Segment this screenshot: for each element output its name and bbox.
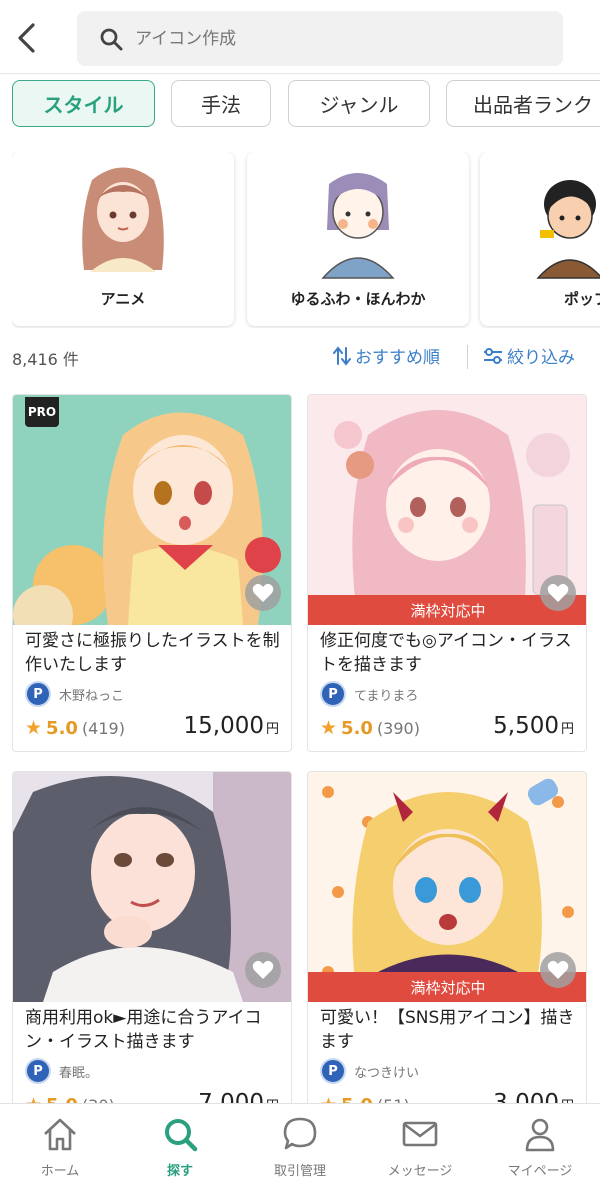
nav-label: メッセージ (387, 1164, 453, 1179)
product-card[interactable]: 商用利用ok►用途に合うアイコン・イラスト描きます P 春眠。 ★ 5.0 (3… (12, 771, 292, 1131)
favorite-button[interactable] (245, 575, 281, 611)
filter-button[interactable]: 絞り込み (483, 343, 575, 368)
seller: P なつきけい (320, 1058, 419, 1084)
result-count: 8,416 件 (12, 350, 79, 369)
product-title: 商用利用ok►用途に合うアイコン・イラスト描きます (25, 1008, 262, 1052)
price-unit: 円 (560, 722, 574, 737)
nav-mypage[interactable]: マイページ (480, 1104, 600, 1203)
sliders-icon (484, 347, 502, 364)
nav-messages[interactable]: メッセージ (360, 1104, 480, 1203)
chevron-left-icon (18, 23, 35, 53)
sort-arrows-icon (333, 345, 351, 366)
pro-badge: PRO (25, 397, 59, 427)
chat-bubble-icon (283, 1117, 317, 1150)
search-icon (165, 1119, 198, 1152)
anime-girl-illustration (82, 167, 164, 272)
p-rank-badge-icon: P (25, 681, 51, 707)
divider (467, 345, 468, 369)
style-card-label: ポップ (564, 290, 600, 308)
rating: ★ 5.0 (419) (25, 717, 125, 739)
product-card[interactable]: 満枠対応中 修正何度でも◎アイコン・イラストを描きます P てまりまろ ★ 5.… (307, 394, 587, 752)
review-count: (419) (81, 718, 125, 738)
chip-style[interactable]: スタイル (12, 80, 155, 127)
p-rank-badge-icon: P (320, 1058, 346, 1084)
rating-score: 5.0 (46, 717, 78, 739)
style-carousel: アニメ ゆるふわ・ほんわか ポップ (12, 152, 600, 328)
top-bar (0, 0, 600, 74)
price-unit: 円 (265, 722, 279, 737)
envelope-icon (402, 1121, 438, 1147)
star-icon: ★ (320, 717, 338, 739)
p-rank-badge-icon: P (25, 1058, 51, 1084)
sort-button[interactable]: おすすめ順 (333, 343, 440, 368)
chip-seller-rank[interactable]: 出品者ランク (446, 80, 600, 127)
rating-score: 5.0 (341, 717, 373, 739)
chip-technique[interactable]: 手法 (171, 80, 271, 127)
product-card[interactable]: PRO 可愛さに極振りしたイラストを制作いたします P 木野ねっこ ★ 5.0 … (12, 394, 292, 752)
search-input[interactable] (135, 23, 535, 55)
sort-label: おすすめ順 (355, 348, 440, 368)
home-icon (44, 1118, 76, 1151)
nav-label: ホーム (40, 1164, 80, 1179)
seller-name: 春眠。 (59, 1065, 99, 1081)
user-icon (525, 1118, 555, 1152)
seller-name: なつきけい (354, 1065, 420, 1081)
style-card-pop[interactable]: ポップ (480, 152, 600, 326)
favorite-button[interactable] (245, 952, 281, 988)
style-card-yurufuwa[interactable]: ゆるふわ・ほんわか (247, 152, 469, 326)
price: 15,000 円 (184, 713, 280, 739)
soft-style-illustration (321, 173, 395, 279)
product-card[interactable]: 満枠対応中 可愛い！【SNS用アイコン】描きます P なつきけい ★ 5.0 (… (307, 771, 587, 1131)
favorite-button[interactable] (540, 575, 576, 611)
nav-label: 探す (166, 1164, 193, 1179)
style-card-label: アニメ (100, 290, 146, 308)
price: 5,500 円 (493, 713, 574, 739)
product-title: 可愛い！【SNS用アイコン】描きます (320, 1008, 575, 1052)
back-button[interactable] (8, 18, 44, 58)
p-rank-badge-icon: P (320, 681, 346, 707)
price-value: 5,500 (493, 713, 559, 739)
price-value: 15,000 (183, 713, 264, 739)
heart-icon (252, 583, 274, 602)
product-title: 可愛さに極振りしたイラストを制作いたします (25, 631, 280, 675)
star-icon: ★ (25, 717, 43, 739)
filter-chips: スタイル 手法 ジャンル 出品者ランク (12, 80, 600, 128)
filter-label: 絞り込み (507, 348, 575, 368)
heart-icon (252, 960, 274, 979)
chip-genre[interactable]: ジャンル (288, 80, 430, 127)
bottom-nav: ホーム 探す 取引管理 メッセージ マイページ (0, 1103, 600, 1203)
seller: P 春眠。 (25, 1058, 98, 1084)
seller: P 木野ねっこ (25, 681, 124, 707)
seller: P てまりまろ (320, 681, 418, 707)
heart-icon (547, 583, 569, 602)
review-count: (390) (376, 718, 420, 738)
heart-icon (547, 960, 569, 979)
favorite-button[interactable] (540, 952, 576, 988)
search-box[interactable] (77, 11, 563, 66)
search-icon (100, 28, 123, 51)
nav-home[interactable]: ホーム (0, 1104, 120, 1203)
nav-label: マイページ (507, 1164, 573, 1179)
product-title: 修正何度でも◎アイコン・イラストを描きます (320, 631, 572, 675)
rating: ★ 5.0 (390) (320, 717, 420, 739)
nav-search[interactable]: 探す (120, 1104, 240, 1203)
seller-name: てまりまろ (354, 688, 419, 704)
style-card-label: ゆるふわ・ほんわか (290, 290, 426, 308)
nav-transactions[interactable]: 取引管理 (240, 1104, 360, 1203)
pop-style-illustration (536, 180, 600, 279)
nav-label: 取引管理 (273, 1164, 326, 1179)
style-card-anime[interactable]: アニメ (12, 152, 234, 326)
seller-name: 木野ねっこ (59, 688, 125, 704)
